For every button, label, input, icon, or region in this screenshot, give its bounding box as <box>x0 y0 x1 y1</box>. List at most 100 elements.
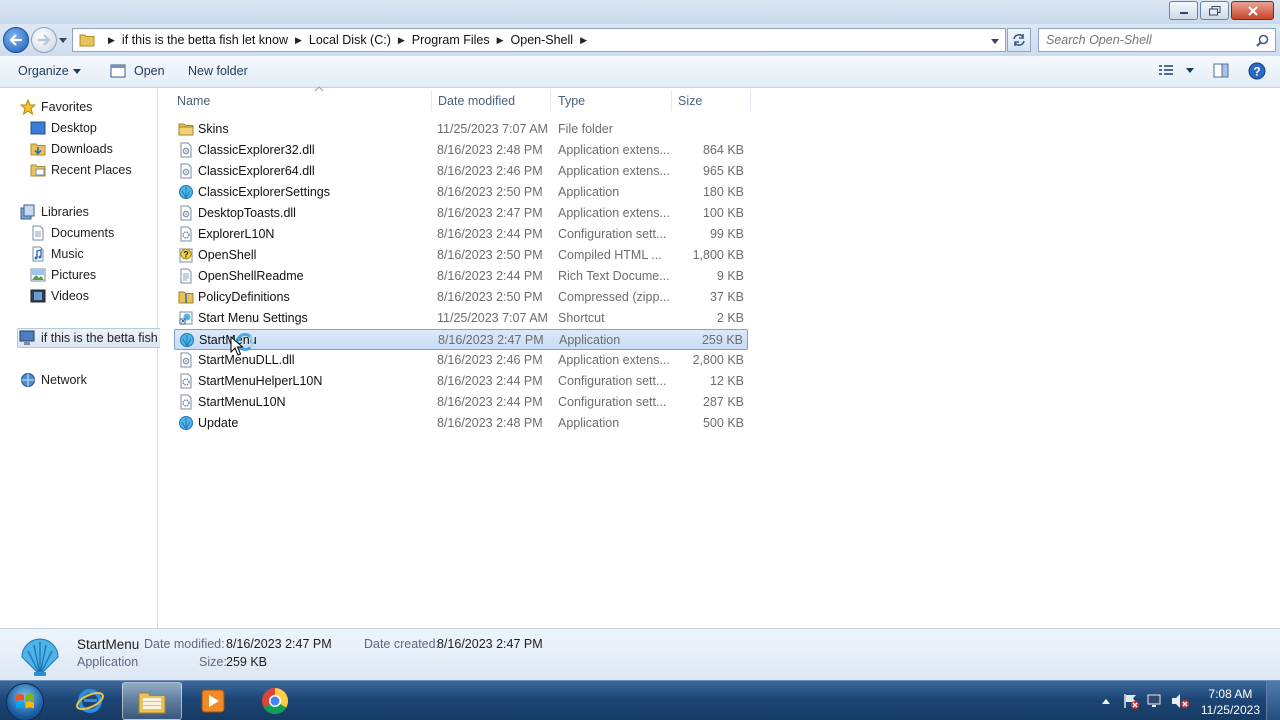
file-size: 1,800 KB <box>692 248 744 262</box>
column-header-type[interactable]: Type <box>558 89 670 113</box>
breadcrumb-separator-icon[interactable]: ▶ <box>108 35 115 46</box>
minimize-button[interactable] <box>1169 1 1198 20</box>
new-folder-button[interactable]: New folder <box>188 64 248 78</box>
file-row[interactable]: ClassicExplorer64.dll 8/16/2023 2:46 PM Ap… <box>174 161 748 182</box>
nav-documents[interactable]: Documents <box>30 223 114 243</box>
start-button[interactable] <box>6 683 44 720</box>
change-view-button[interactable] <box>1158 63 1196 77</box>
close-icon <box>1247 5 1258 16</box>
file-date-modified: 8/16/2023 2:48 PM <box>437 416 543 430</box>
file-name: PolicyDefinitions <box>198 290 290 304</box>
help-button[interactable]: ? <box>1248 62 1266 80</box>
breadcrumb-program-files[interactable]: Program Files <box>412 33 490 47</box>
search-icon[interactable] <box>1256 34 1269 47</box>
breadcrumb-separator-icon[interactable]: ▶ <box>580 35 587 46</box>
nav-downloads[interactable]: Downloads <box>30 139 113 159</box>
chevron-down-icon <box>991 38 999 44</box>
restore-button[interactable] <box>1200 1 1229 20</box>
file-row[interactable]: PolicyDefinitions 8/16/2023 2:50 PM Compre… <box>174 287 748 308</box>
file-row[interactable]: DesktopToasts.dll 8/16/2023 2:47 PM Applic… <box>174 203 748 224</box>
action-center-icon[interactable] <box>1122 693 1140 709</box>
breadcrumb-separator-icon[interactable]: ▶ <box>295 35 302 46</box>
nav-pictures[interactable]: Pictures <box>30 265 96 285</box>
nav-libraries[interactable]: Libraries <box>20 202 89 222</box>
file-row[interactable]: Start Menu Settings 11/25/2023 7:07 AM Sho… <box>174 308 748 329</box>
file-date-modified: 11/25/2023 7:07 AM <box>437 311 548 325</box>
nav-favorites[interactable]: Favorites <box>20 97 92 117</box>
file-date-modified: 8/16/2023 2:44 PM <box>437 395 543 409</box>
address-bar[interactable]: ▶ if this is the betta fish let know ▶ L… <box>72 28 1006 52</box>
open-button[interactable]: Open <box>110 63 165 78</box>
address-history-dropdown[interactable] <box>989 35 1001 47</box>
file-row[interactable]: Skins 11/25/2023 7:07 AM File folder <box>174 119 748 140</box>
file-row[interactable]: StartMenu 8/16/2023 2:47 PM Application 259… <box>174 329 748 350</box>
nav-computer-label: if this is the betta fish <box>41 331 158 345</box>
nav-network[interactable]: Network <box>20 370 87 390</box>
window-controls <box>1167 1 1274 20</box>
desktop-icon <box>30 121 46 135</box>
refresh-button[interactable] <box>1007 28 1031 52</box>
network-status-icon[interactable] <box>1146 693 1164 709</box>
file-row[interactable]: ClassicExplorerSettings 8/16/2023 2:50 PM… <box>174 182 748 203</box>
taskbar-windows-explorer[interactable] <box>122 682 182 720</box>
file-row[interactable]: ClassicExplorer32.dll 8/16/2023 2:48 PM Ap… <box>174 140 748 161</box>
close-button[interactable] <box>1231 1 1274 20</box>
windows-explorer-icon <box>138 692 166 714</box>
nav-music[interactable]: Music <box>30 244 84 264</box>
column-header-size[interactable]: Size <box>678 89 748 113</box>
back-button[interactable] <box>3 27 29 53</box>
search-input[interactable] <box>1039 33 1239 47</box>
help-file-icon: ? <box>179 248 193 263</box>
file-row[interactable]: StartMenuL10N 8/16/2023 2:44 PM Configurat… <box>174 392 748 413</box>
file-name: Start Menu Settings <box>198 311 308 325</box>
column-divider[interactable] <box>431 91 432 111</box>
file-name: OpenShellReadme <box>198 269 304 283</box>
organize-button[interactable]: Organize <box>18 64 81 78</box>
details-created-value[interactable]: 8/16/2023 2:47 PM <box>437 637 543 651</box>
taskbar-internet-explorer[interactable] <box>60 682 120 720</box>
refresh-icon <box>1013 34 1025 46</box>
file-name: ClassicExplorer64.dll <box>198 164 315 178</box>
nav-recent-places[interactable]: Recent Places <box>30 160 132 180</box>
file-type: Application extens... <box>558 164 670 178</box>
file-size: 287 KB <box>702 395 744 409</box>
show-hidden-icons-icon[interactable] <box>1101 697 1111 705</box>
file-row[interactable]: StartMenuHelperL10N 8/16/2023 2:44 PM Conf… <box>174 371 748 392</box>
column-divider[interactable] <box>671 91 672 111</box>
system-clock[interactable]: 7:08 AM 11/25/2023 <box>1201 686 1260 718</box>
breadcrumb-local-disk[interactable]: Local Disk (C:) <box>309 33 391 47</box>
column-header-date[interactable]: Date modified <box>438 89 550 113</box>
nav-desktop[interactable]: Desktop <box>30 118 97 138</box>
file-row[interactable]: ExplorerL10N 8/16/2023 2:44 PM Configurati… <box>174 224 748 245</box>
config-icon <box>180 226 192 242</box>
nav-videos[interactable]: Videos <box>30 286 89 306</box>
breadcrumb-computer[interactable]: if this is the betta fish let know <box>122 33 288 47</box>
recent-pages-dropdown[interactable] <box>58 34 68 46</box>
column-divider[interactable] <box>750 91 751 111</box>
preview-pane-button[interactable] <box>1213 63 1229 78</box>
file-row[interactable]: Update 8/16/2023 2:48 PM Application 500 KB <box>174 413 748 434</box>
details-size-value: 259 KB <box>226 655 268 669</box>
breadcrumb-separator-icon[interactable]: ▶ <box>398 35 405 46</box>
dll-icon <box>180 205 192 221</box>
column-header-name[interactable]: Name <box>177 86 430 113</box>
file-row[interactable]: StartMenuDLL.dll 8/16/2023 2:46 PM Applica… <box>174 350 748 371</box>
forward-button[interactable] <box>31 27 57 53</box>
show-desktop-button[interactable] <box>1266 681 1280 720</box>
breadcrumb-open-shell[interactable]: Open-Shell <box>511 33 574 47</box>
column-divider[interactable] <box>550 91 551 111</box>
file-size: 965 KB <box>702 164 744 178</box>
volume-muted-icon[interactable] <box>1170 693 1190 709</box>
file-row[interactable]: ? OpenShell 8/16/2023 2:50 PM Compiled HTML… <box>174 245 748 266</box>
documents-icon <box>32 225 44 241</box>
minimize-icon <box>1179 11 1188 14</box>
file-date-modified: 8/16/2023 2:48 PM <box>437 143 543 157</box>
breadcrumb-separator-icon[interactable]: ▶ <box>497 35 504 46</box>
file-type: Configuration sett... <box>558 395 667 409</box>
nav-computer[interactable]: if this is the betta fish <box>17 328 165 348</box>
taskbar-chrome[interactable] <box>245 682 305 720</box>
taskbar-media-player[interactable] <box>183 682 243 720</box>
internet-explorer-icon <box>76 689 104 713</box>
details-modified-value[interactable]: 8/16/2023 2:47 PM <box>226 637 332 651</box>
file-row[interactable]: OpenShellReadme 8/16/2023 2:44 PM Rich Tex… <box>174 266 748 287</box>
